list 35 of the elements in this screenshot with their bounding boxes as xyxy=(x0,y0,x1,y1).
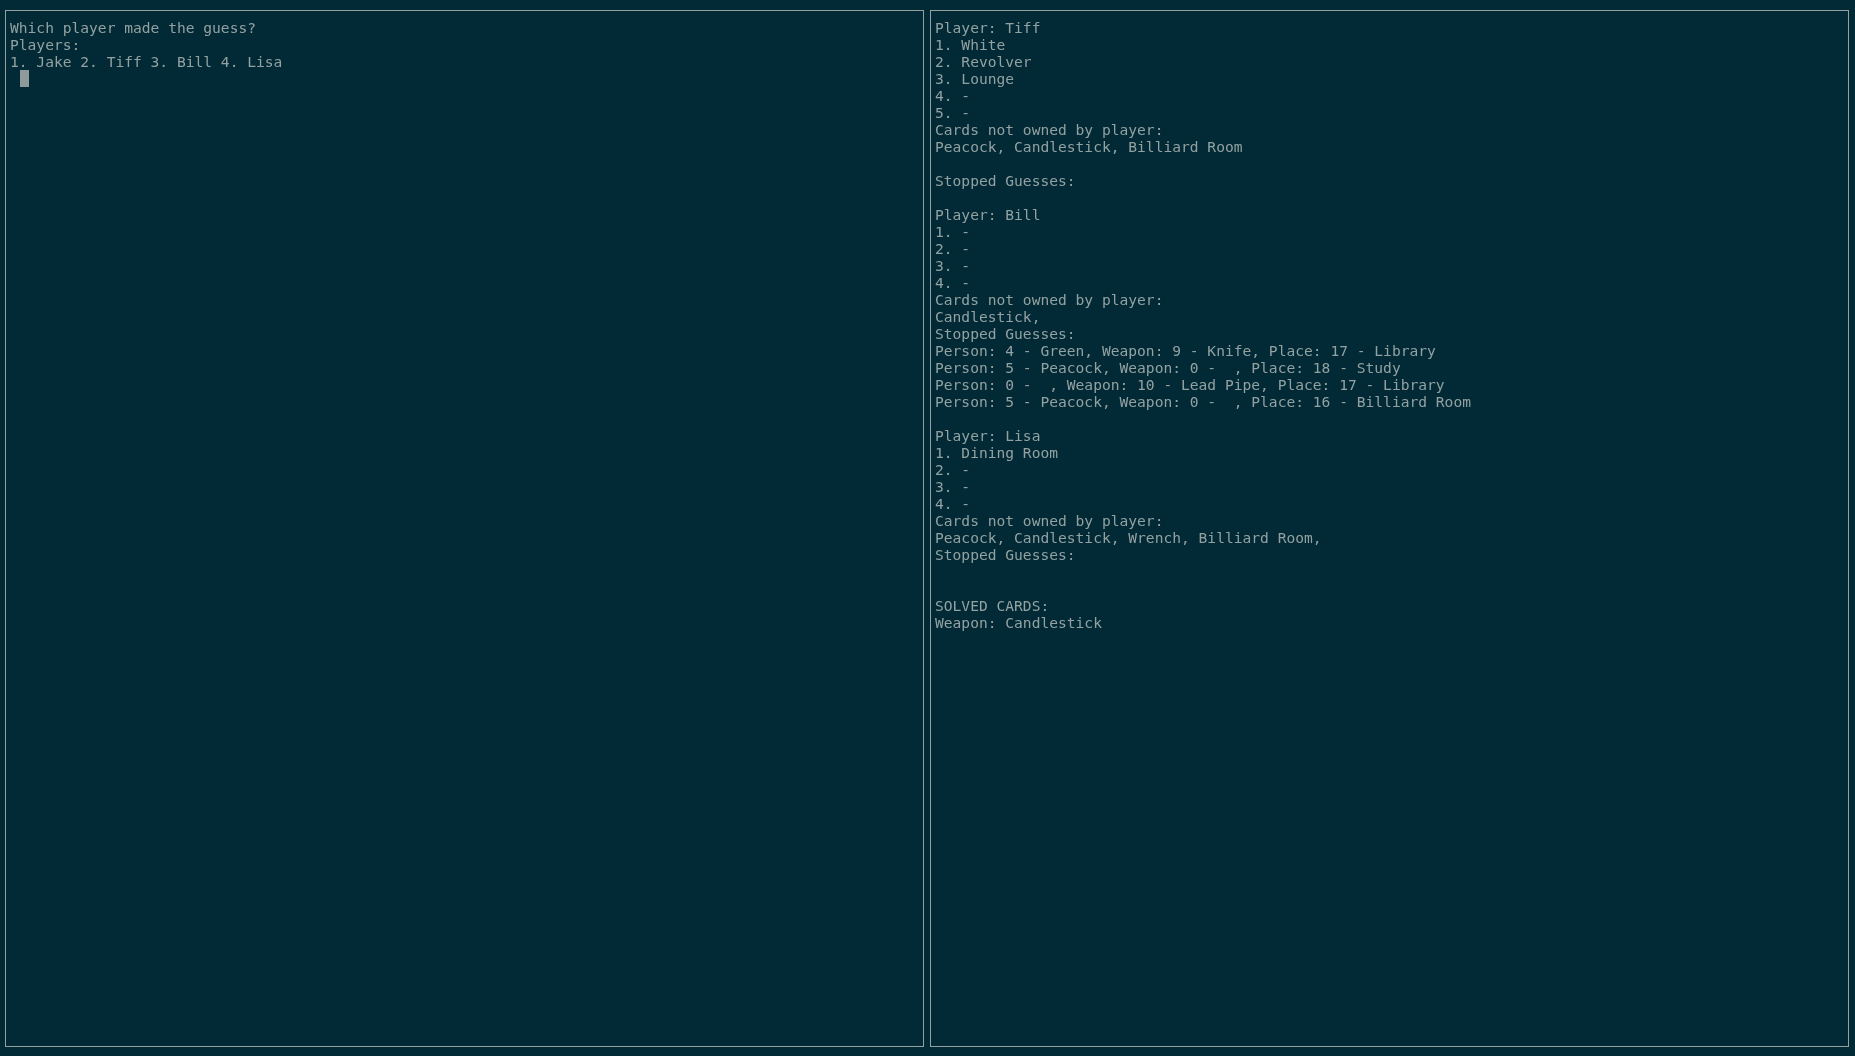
terminal-line: Player: Bill xyxy=(935,206,1042,223)
terminal-line: 3. - xyxy=(935,478,972,495)
terminal-line: Peacock, Candlestick, Billiard Room xyxy=(935,138,1244,155)
terminal-line: SOLVED CARDS: xyxy=(935,597,1051,614)
terminal-line: 2. - xyxy=(935,240,972,257)
terminal-line: Person: 5 - Peacock, Weapon: 0 - , Place: 16 - Billiard Room xyxy=(935,393,1472,410)
terminal-line: 3. Lounge xyxy=(935,70,1016,87)
terminal-line: 4. - xyxy=(935,274,972,291)
terminal-line: Which player made the guess? xyxy=(10,19,257,36)
terminal-line: Stopped Guesses: xyxy=(935,172,1077,189)
terminal-line: 1. White xyxy=(935,36,1007,53)
terminal-line: 2. - xyxy=(935,461,972,478)
terminal-line: Person: 5 - Peacock, Weapon: 0 - , Place: 18 - Study xyxy=(935,359,1402,376)
terminal-line: 5. - xyxy=(935,104,972,121)
terminal-line: 1. Dining Room xyxy=(935,444,1059,461)
terminal-line: 3. - xyxy=(935,257,972,274)
terminal-line: Cards not owned by player: xyxy=(935,291,1165,308)
terminal-line: Person: 4 - Green, Weapon: 9 - Knife, Place: 17 - Library xyxy=(935,342,1437,359)
terminal-line: Stopped Guesses: xyxy=(935,546,1077,563)
terminal-line: Stopped Guesses: xyxy=(935,325,1077,342)
terminal-line: Player: Tiff xyxy=(935,19,1042,36)
text-cursor xyxy=(20,70,29,87)
terminal-line: 4. - xyxy=(935,87,972,104)
terminal-line: Weapon: Candlestick xyxy=(935,614,1103,631)
terminal-line: Candlestick, xyxy=(935,308,1042,325)
terminal-line: Person: 0 - , Weapon: 10 - Lead Pipe, Place: 17 - Library xyxy=(935,376,1446,393)
terminal-line: Players: xyxy=(10,36,82,53)
terminal-line: 2. Revolver xyxy=(935,53,1033,70)
terminal-line: 1. - xyxy=(935,223,972,240)
terminal-line: 4. - xyxy=(935,495,972,512)
terminal-line: Cards not owned by player: xyxy=(935,121,1165,138)
terminal-line: 1. Jake 2. Tiff 3. Bill 4. Lisa xyxy=(10,53,284,70)
terminal-line: Peacock, Candlestick, Wrench, Billiard Room, xyxy=(935,529,1323,546)
terminal-line: Player: Lisa xyxy=(935,427,1042,444)
terminal-line: Cards not owned by player: xyxy=(935,512,1165,529)
